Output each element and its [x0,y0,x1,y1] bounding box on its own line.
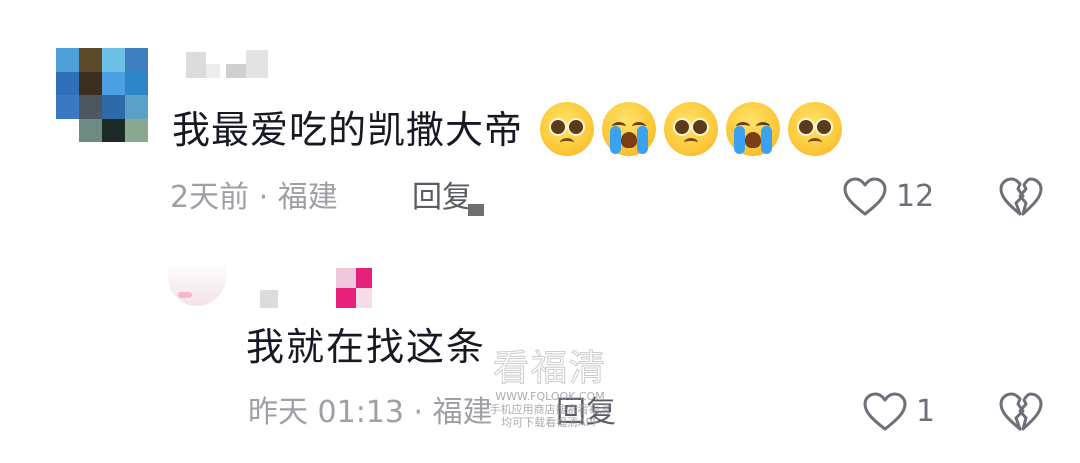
like-button[interactable]: 12 [842,176,934,218]
reply-dislike-button[interactable] [998,391,1044,437]
reply-text: 我就在找这条 [246,325,487,369]
watermark-title: 看福清 [492,348,607,390]
reply-username-blurred[interactable] [258,268,378,310]
emoji-row [540,102,842,156]
heart-icon [843,177,887,216]
comment-meta: 2天前 · 福建 [170,180,338,215]
loudly-crying-face-icon [726,102,780,156]
pleading-face-icon [540,102,594,156]
username-blurred[interactable] [186,50,282,80]
dislike-button[interactable] [998,176,1044,222]
reply-like-count: 1 [916,394,936,429]
pleading-face-icon [664,102,718,156]
avatar[interactable] [56,48,148,142]
reply-avatar[interactable] [168,262,226,306]
broken-heart-icon [999,392,1043,431]
reply-reply-button[interactable]: 回复 [556,393,616,433]
reply-meta: 昨天 01:13 · 福建 [248,395,493,430]
reply-button[interactable]: 回复 [412,178,472,218]
broken-heart-icon [999,177,1043,216]
reply-like-button[interactable]: 1 [862,391,935,433]
pleading-face-icon [788,102,842,156]
heart-icon [863,392,907,431]
image-fragment [468,204,484,216]
like-count: 12 [896,179,935,214]
loudly-crying-face-icon [602,102,656,156]
comment-text: 我最爱吃的凯撒大帝 [172,108,524,152]
